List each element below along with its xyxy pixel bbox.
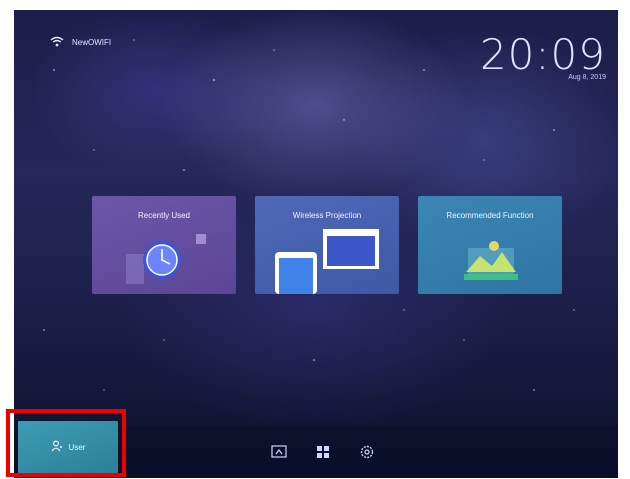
phone-screen-icon xyxy=(275,229,379,294)
wifi-icon xyxy=(50,36,64,49)
clock: 20:09 Aug 8, 2019 xyxy=(479,30,606,82)
clock-time: 20:09 xyxy=(479,30,606,79)
tile-recently-used[interactable]: Recently Used xyxy=(92,196,236,294)
network-name: NewOWIFI xyxy=(72,38,112,47)
dock-icons xyxy=(270,443,376,461)
clock-icon xyxy=(126,234,206,284)
input-source-icon[interactable] xyxy=(270,443,288,461)
launcher-screen: NewOWIFI 20:09 Aug 8, 2019 Recently Used… xyxy=(14,10,618,478)
landscape-icon xyxy=(464,241,518,280)
settings-icon[interactable] xyxy=(358,443,376,461)
status-bar: NewOWIFI xyxy=(50,36,111,49)
tile-wireless-projection[interactable]: Wireless Projection xyxy=(255,196,399,294)
highlight-box xyxy=(6,409,126,477)
apps-grid-icon[interactable] xyxy=(314,443,332,461)
tile-recommended-function[interactable]: Recommended Function xyxy=(418,196,562,294)
